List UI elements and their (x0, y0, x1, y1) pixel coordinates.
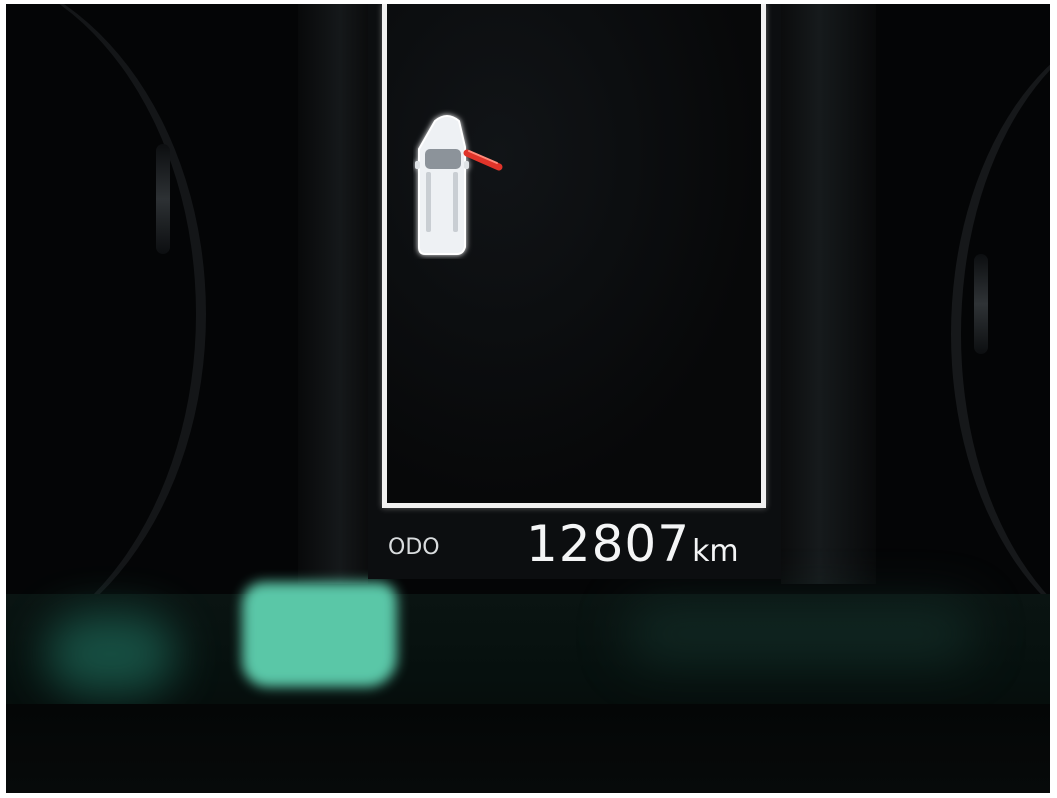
display-bezel-right (781, 4, 876, 584)
right-gauge-reflection (974, 254, 988, 354)
dashboard-photo: ODO 12807 km (6, 4, 1050, 793)
dashboard-glow-left (46, 614, 176, 694)
odometer-reading: 12807 km (526, 515, 739, 575)
odometer-label: ODO (388, 535, 440, 560)
left-gauge-rim (6, 4, 206, 664)
left-gauge-reflection (156, 144, 170, 254)
dashboard-glow-right (626, 604, 976, 664)
odometer-unit: km (692, 534, 739, 569)
car-top-view-icon (415, 115, 503, 255)
display-bezel-left (298, 4, 368, 584)
dashboard-bottom (6, 704, 1050, 793)
odometer-value: 12807 (526, 515, 691, 573)
dashboard-glow-reflection (242, 582, 397, 687)
open-door-icon (463, 149, 503, 171)
right-gauge-rim (951, 14, 1050, 654)
